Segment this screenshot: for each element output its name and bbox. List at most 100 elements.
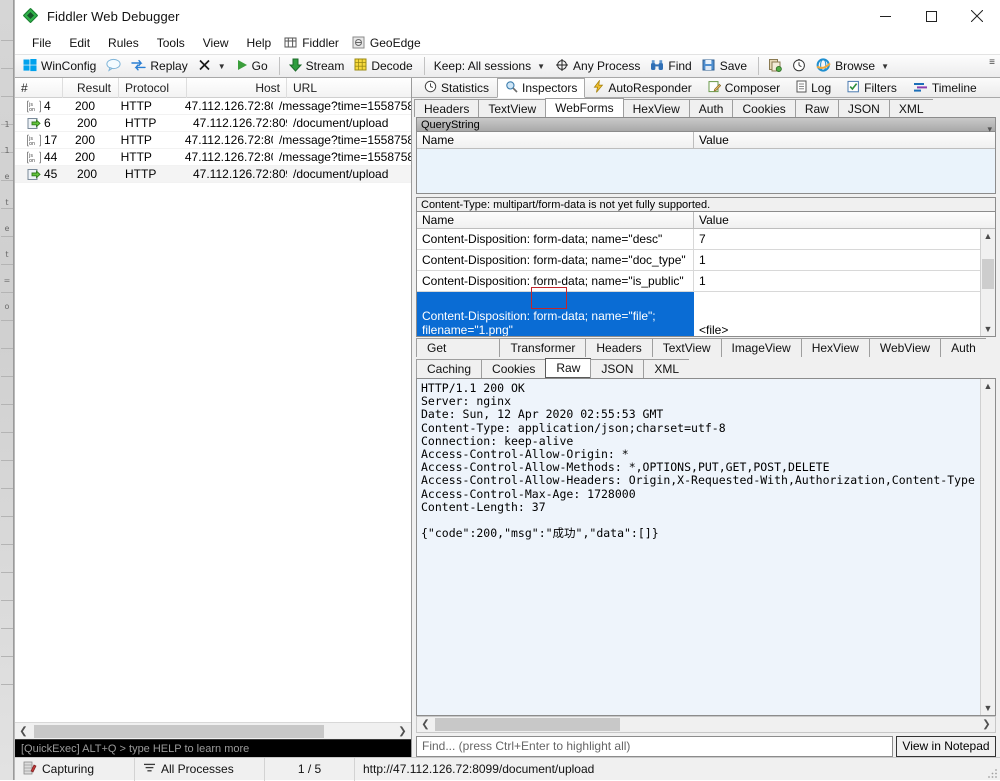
tab-req-cookies[interactable]: Cookies xyxy=(732,99,796,117)
table-row-selected[interactable]: Content-Disposition: form-data; name="fi… xyxy=(417,287,995,336)
raw-horizontal-scrollbar[interactable]: ❮ ❯ xyxy=(416,716,996,733)
replay-button[interactable]: Replay xyxy=(127,56,193,76)
any-process-button[interactable]: Any Process xyxy=(551,56,646,76)
sessions-horizontal-scrollbar[interactable]: ❮ ❯ xyxy=(15,722,411,739)
tab-req-textview[interactable]: TextView xyxy=(478,99,547,117)
column-header-host[interactable]: Host xyxy=(187,77,287,98)
remove-dropdown-caret-icon[interactable]: ▼ xyxy=(218,62,226,71)
table-row[interactable]: js on 44 200 HTTP 47.112.126.72:8099 /me… xyxy=(15,149,411,166)
formdata-vertical-scrollbar[interactable]: ▲ ▼ xyxy=(980,229,995,336)
column-header-protocol[interactable]: Protocol xyxy=(119,77,187,98)
menu-file[interactable]: File xyxy=(23,33,60,53)
tab-resp-webview[interactable]: WebView xyxy=(868,338,942,357)
minimize-button[interactable] xyxy=(862,0,908,32)
process-filter[interactable]: All Processes xyxy=(135,757,265,781)
tab-req-xml[interactable]: XML xyxy=(888,99,934,117)
view-in-notepad-button[interactable]: View in Notepad xyxy=(896,735,996,757)
winconfig-button[interactable]: WinConfig xyxy=(19,56,102,76)
querystring-col-name[interactable]: Name xyxy=(417,132,694,148)
tab-autoresponder[interactable]: AutoResponder xyxy=(585,78,699,97)
table-row[interactable]: 45 200 HTTP 47.112.126.72:8099 /document… xyxy=(15,166,411,183)
menu-rules[interactable]: Rules xyxy=(99,33,148,53)
menu-help[interactable]: Help xyxy=(238,33,281,53)
tab-inspectors[interactable]: Inspectors xyxy=(497,78,586,98)
tab-composer[interactable]: Composer xyxy=(700,78,788,97)
scroll-down-icon[interactable]: ▼ xyxy=(981,701,996,715)
raw-vertical-scrollbar[interactable]: ▲ ▼ xyxy=(980,379,995,715)
scroll-track[interactable] xyxy=(32,723,394,739)
tab-req-json[interactable]: JSON xyxy=(837,99,890,117)
scroll-left-icon[interactable]: ❮ xyxy=(417,717,434,732)
close-button[interactable] xyxy=(954,0,1000,32)
tab-resp-json[interactable]: JSON xyxy=(590,359,645,378)
table-row[interactable]: Content-Disposition: form-data; name="de… xyxy=(417,229,995,250)
table-row[interactable]: js on 4 200 HTTP 47.112.126.72:8099 /mes… xyxy=(15,98,411,115)
menu-tools[interactable]: Tools xyxy=(148,33,194,53)
maximize-button[interactable] xyxy=(908,0,954,32)
scroll-up-icon[interactable]: ▲ xyxy=(981,229,996,243)
scroll-thumb[interactable] xyxy=(435,718,620,731)
scroll-down-icon[interactable]: ▼ xyxy=(981,322,996,336)
scroll-right-icon[interactable]: ❯ xyxy=(394,724,411,739)
column-header-num[interactable]: # xyxy=(15,77,63,98)
tab-resp-syntaxview[interactable]: Get SyntaxView xyxy=(416,338,501,374)
querystring-col-value[interactable]: Value xyxy=(694,132,995,148)
decode-button[interactable]: Decode xyxy=(350,56,418,76)
comment-button[interactable] xyxy=(102,56,127,76)
timer-button[interactable] xyxy=(788,56,812,76)
keep-dropdown-caret-icon[interactable]: ▼ xyxy=(537,62,545,71)
resize-grip-icon[interactable] xyxy=(986,766,998,778)
table-row[interactable]: Content-Disposition: form-data; name="do… xyxy=(417,250,995,271)
scroll-thumb[interactable] xyxy=(34,724,324,738)
tab-req-auth[interactable]: Auth xyxy=(688,99,734,117)
menu-geoedge[interactable]: GeoEdge xyxy=(348,33,430,53)
scroll-up-icon[interactable]: ▲ xyxy=(981,379,996,393)
raw-response-viewer[interactable]: HTTP/1.1 200 OK Server: nginx Date: Sun,… xyxy=(416,378,996,716)
menu-fiddler[interactable]: Fiddler xyxy=(280,33,348,53)
table-row[interactable]: 6 200 HTTP 47.112.126.72:8099 /document/… xyxy=(15,115,411,132)
table-row[interactable]: Content-Disposition: form-data; name="is… xyxy=(417,271,995,292)
tab-filters[interactable]: Filters xyxy=(839,78,905,97)
keep-sessions-dropdown[interactable]: Keep: All sessions ▼ xyxy=(430,56,551,76)
scroll-track[interactable] xyxy=(434,717,978,732)
tab-resp-transformer[interactable]: Transformer xyxy=(499,338,587,357)
quickexec-bar[interactable]: [QuickExec] ALT+Q > type HELP to learn m… xyxy=(15,739,411,757)
find-input[interactable]: Find... (press Ctrl+Enter to highlight a… xyxy=(416,735,893,757)
tab-req-hexview[interactable]: HexView xyxy=(622,99,690,117)
go-button[interactable]: Go xyxy=(232,56,274,76)
browse-dropdown-caret-icon[interactable]: ▼ xyxy=(881,62,889,71)
tab-resp-hexview[interactable]: HexView xyxy=(800,338,870,357)
formdata-col-name[interactable]: Name xyxy=(417,212,694,228)
column-header-result[interactable]: Result xyxy=(63,77,119,98)
menu-edit[interactable]: Edit xyxy=(60,33,99,53)
formdata-col-value[interactable]: Value xyxy=(694,212,995,228)
remove-button[interactable]: ▼ xyxy=(194,56,232,76)
tab-statistics[interactable]: Statistics xyxy=(416,78,497,97)
tab-resp-raw[interactable]: Raw xyxy=(545,358,592,378)
copy-button[interactable] xyxy=(764,56,788,76)
menu-view[interactable]: View xyxy=(194,33,238,53)
tab-log[interactable]: Log xyxy=(788,78,839,97)
tab-resp-auth[interactable]: Auth xyxy=(940,338,987,357)
tab-resp-imageview[interactable]: ImageView xyxy=(720,338,802,357)
tab-resp-cookies[interactable]: Cookies xyxy=(481,359,547,378)
capturing-status[interactable]: Capturing xyxy=(15,757,135,781)
find-button[interactable]: Find xyxy=(646,56,697,76)
stream-button[interactable]: Stream xyxy=(285,56,351,76)
tab-resp-textview[interactable]: TextView xyxy=(651,338,722,357)
tab-resp-caching[interactable]: Caching xyxy=(416,359,483,378)
table-row[interactable]: js on 17 200 HTTP 47.112.126.72:8099 /me… xyxy=(15,132,411,149)
scroll-thumb[interactable] xyxy=(982,259,994,289)
tab-timeline[interactable]: Timeline xyxy=(905,78,985,97)
tab-req-webforms[interactable]: WebForms xyxy=(545,98,624,117)
tab-req-raw[interactable]: Raw xyxy=(794,99,839,117)
save-button[interactable]: Save xyxy=(698,56,753,76)
querystring-grid-body[interactable] xyxy=(417,149,995,193)
scroll-left-icon[interactable]: ❮ xyxy=(15,724,32,739)
toolbar-overflow-button[interactable]: ≡ xyxy=(987,58,997,68)
tab-resp-headers[interactable]: Headers xyxy=(585,338,653,357)
tab-req-headers[interactable]: Headers xyxy=(414,99,480,117)
column-header-url[interactable]: URL xyxy=(287,78,411,98)
browse-button[interactable]: Browse ▼ xyxy=(812,56,895,76)
scroll-right-icon[interactable]: ❯ xyxy=(978,717,995,732)
